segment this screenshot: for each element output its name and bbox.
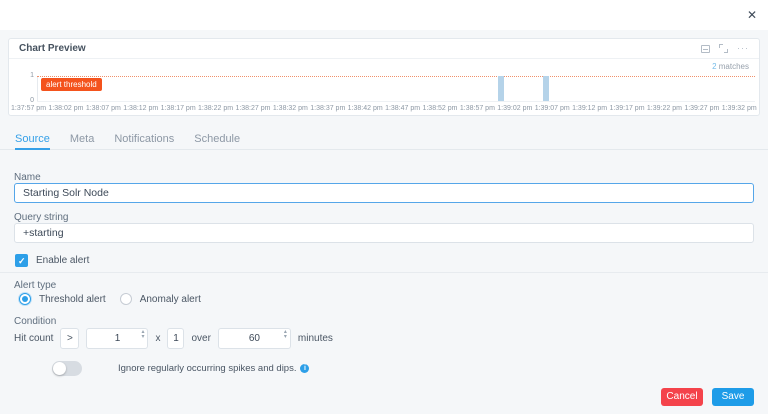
minutes-label: minutes	[297, 333, 333, 344]
x-tick-label: 1:39:27 pm	[684, 105, 720, 112]
tab-schedule[interactable]: Schedule	[194, 133, 240, 150]
condition-row: Hit count > ▴▾ x over ▴▾ minutes	[0, 328, 768, 349]
save-button[interactable]: Save	[712, 388, 754, 406]
x-tick-label: 1:38:27 pm	[235, 105, 271, 112]
name-input[interactable]	[14, 183, 754, 203]
x-tick-label: 1:38:57 pm	[459, 105, 495, 112]
tabs: Source Meta Notifications Schedule	[0, 133, 768, 150]
modal-body: Chart Preview ··· 2 matches 1 0 alert th…	[0, 30, 768, 414]
x-tick-label: 1:38:22 pm	[198, 105, 234, 112]
threshold-count-input[interactable]	[86, 328, 149, 349]
expand-chart-icon[interactable]	[719, 44, 728, 53]
ignore-spikes-row: Ignore regularly occurring spikes and di…	[0, 360, 768, 376]
y-tick-0: 0	[30, 97, 34, 104]
chart-plot: 2 matches 1 0 alert threshold 1:37:57 pm…	[9, 59, 759, 115]
enable-alert-checkbox[interactable]	[15, 253, 28, 268]
x-tick-label: 1:37:57 pm	[11, 105, 47, 112]
x-tick-label: 1:38:17 pm	[160, 105, 196, 112]
x-tick-label: 1:39:22 pm	[646, 105, 682, 112]
chart-header: Chart Preview ···	[9, 39, 759, 59]
radio-icon[interactable]	[19, 293, 31, 305]
operator-select[interactable]: >	[60, 328, 80, 349]
x-tick-label: 1:39:12 pm	[572, 105, 608, 112]
tab-notifications[interactable]: Notifications	[114, 133, 174, 150]
x-tick-label: 1:39:17 pm	[609, 105, 645, 112]
radio-icon[interactable]	[119, 293, 132, 305]
radio-anomaly-alert[interactable]: Anomaly alert	[119, 293, 201, 305]
query-string-input[interactable]	[14, 223, 754, 243]
chart-legend: 2 matches	[712, 62, 749, 71]
alert-threshold-badge: alert threshold	[41, 78, 102, 91]
x-tick-label: 1:38:52 pm	[422, 105, 458, 112]
alert-type-options: Threshold alert Anomaly alert	[0, 292, 768, 306]
alert-threshold-line	[37, 76, 755, 77]
ignore-spikes-label: Ignore regularly occurring spikes and di…	[118, 362, 297, 374]
cancel-button[interactable]: Cancel	[661, 388, 703, 406]
over-label: over	[191, 333, 211, 344]
condition-label: Condition	[14, 316, 57, 327]
radio-threshold-alert[interactable]: Threshold alert	[19, 293, 106, 305]
match-count: 2	[712, 62, 717, 71]
modal-topbar: ✕	[0, 0, 768, 30]
match-bar	[543, 76, 549, 101]
alert-editor-modal: ✕ Chart Preview ··· 2 matches 1 0 alert …	[0, 0, 768, 414]
ignore-spikes-toggle[interactable]	[52, 360, 82, 376]
x-tick-label: 1:39:02 pm	[497, 105, 533, 112]
chart-preview-panel: Chart Preview ··· 2 matches 1 0 alert th…	[8, 38, 760, 116]
hit-count-label: Hit count	[14, 333, 54, 344]
match-count-label: matches	[718, 62, 749, 71]
alert-type-label: Alert type	[14, 280, 57, 291]
x-tick-label: 1:38:47 pm	[385, 105, 421, 112]
query-string-label: Query string	[14, 212, 69, 223]
enable-alert-row: Enable alert	[0, 252, 768, 268]
section-divider	[0, 272, 768, 273]
time-window-input[interactable]	[217, 328, 291, 349]
info-icon[interactable]: i	[300, 363, 310, 373]
collapse-chart-icon[interactable]	[701, 44, 710, 53]
x-tick-label: 1:38:12 pm	[123, 105, 159, 112]
name-label: Name	[14, 172, 41, 183]
y-axis-line	[37, 76, 38, 102]
tab-meta[interactable]: Meta	[70, 133, 94, 150]
match-bar	[498, 76, 504, 101]
chart-title: Chart Preview	[19, 43, 86, 54]
x-tick-label: 1:38:32 pm	[272, 105, 308, 112]
x-axis-line	[37, 101, 755, 102]
x-tick-label: 1:38:37 pm	[310, 105, 346, 112]
tab-source[interactable]: Source	[15, 133, 50, 150]
close-icon[interactable]: ✕	[747, 7, 757, 23]
x-tick-label: 1:38:07 pm	[85, 105, 121, 112]
more-options-icon[interactable]: ···	[737, 44, 749, 53]
x-tick-label: 1:38:02 pm	[48, 105, 84, 112]
times-label: x	[155, 333, 161, 344]
radio-label: Threshold alert	[39, 293, 106, 305]
multiplier-input[interactable]	[167, 328, 185, 349]
stepper-icon[interactable]: ▴ ▾	[141, 329, 144, 340]
x-axis-labels: 1:37:57 pm 1:38:02 pm 1:38:07 pm 1:38:12 pm…	[11, 105, 757, 112]
radio-label: Anomaly alert	[139, 293, 201, 305]
enable-alert-label: Enable alert	[36, 254, 90, 266]
x-tick-label: 1:38:42 pm	[347, 105, 383, 112]
y-tick-1: 1	[30, 72, 34, 79]
stepper-icon[interactable]: ▴ ▾	[284, 329, 287, 340]
x-tick-label: 1:39:07 pm	[534, 105, 570, 112]
x-tick-label: 1:39:32 pm	[721, 105, 757, 112]
